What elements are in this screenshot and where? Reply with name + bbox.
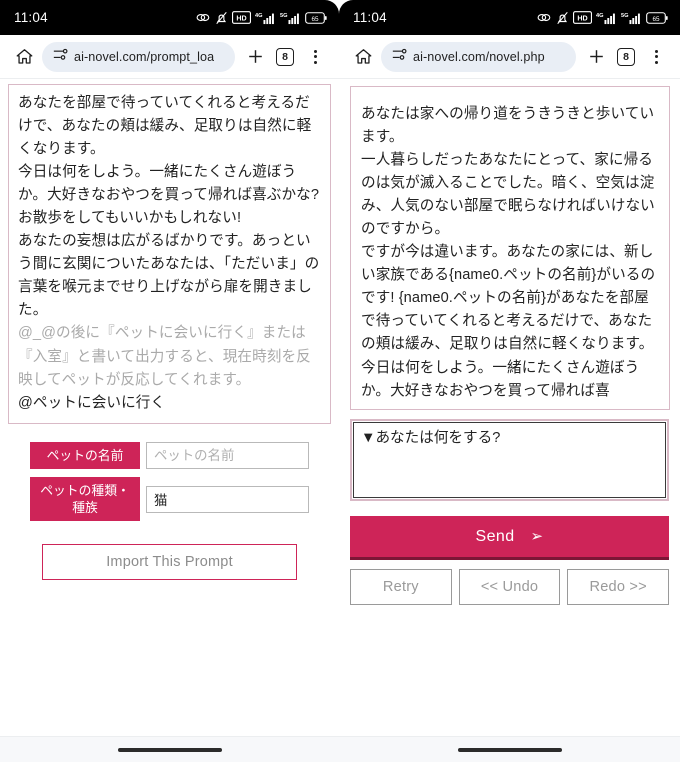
pet-species-input[interactable]	[146, 485, 309, 513]
bell-muted-icon	[215, 11, 228, 25]
gesture-nav-bar-left	[0, 736, 339, 762]
status-bar-right: 11:04 HD 4G 5G 65	[339, 0, 680, 35]
field-label-pet-species: ペットの種類・種族	[30, 476, 140, 522]
form-row-pet-name: ペットの名前	[30, 441, 309, 469]
5g-signal-icon: 5G	[621, 11, 642, 25]
action-button-row: Retry << Undo Redo >>	[350, 568, 670, 605]
url-text-left: ai-novel.com/prompt_loa	[74, 49, 215, 64]
tune-sliders-icon[interactable]	[53, 47, 68, 67]
form-row-pet-species: ペットの種類・種族	[30, 476, 309, 522]
phone-screenshot-right: 11:04 HD 4G 5G 65 ai-novel.com/novel.php…	[339, 0, 680, 762]
5g-signal-icon: 5G	[280, 11, 301, 25]
svg-text:4G: 4G	[255, 12, 263, 18]
retry-button[interactable]: Retry	[350, 568, 452, 605]
dual-screenshot-container: 11:04 HD 4G 5G 65 ai-novel.com/prompt_lo…	[0, 0, 680, 762]
kebab-menu-icon[interactable]	[300, 42, 330, 72]
browser-toolbar-right: ai-novel.com/novel.php 8	[339, 35, 680, 79]
page-content-right: あなたは家への帰り道をうきうきと歩いています。 一人暮らしだったあなたにとって、…	[339, 79, 680, 736]
pet-name-input[interactable]	[146, 441, 309, 469]
story-paragraph: あなたの妄想は広がるばかりです。あっという間に玄関についたあなたは、「ただいま」…	[18, 233, 320, 319]
undo-button[interactable]: << Undo	[458, 568, 561, 605]
browser-toolbar-left: ai-novel.com/prompt_loa 8	[0, 35, 339, 79]
story-hint-text: @_@の後に『ペットに会いに行く』または『入室』と書いて出力すると、現在時刻を反…	[18, 325, 311, 388]
tab-count: 8	[276, 47, 294, 66]
status-icon-group: HD 4G 5G 65	[537, 11, 668, 25]
tab-switcher-button-right[interactable]: 8	[611, 42, 641, 72]
hd-icon: HD	[573, 11, 592, 24]
field-label-pet-name: ペットの名前	[30, 441, 140, 469]
svg-text:HD: HD	[236, 14, 246, 22]
status-bar-left: 11:04 HD 4G 5G 65	[0, 0, 339, 35]
4g-signal-icon: 4G	[255, 11, 276, 25]
address-bar-right[interactable]: ai-novel.com/novel.php	[381, 41, 576, 72]
status-clock: 11:04	[353, 10, 387, 25]
phone-screenshot-left: 11:04 HD 4G 5G 65 ai-novel.com/prompt_lo…	[0, 0, 339, 762]
svg-text:HD: HD	[577, 14, 587, 22]
story-paragraph: 今日は何をしよう。一緒にたくさん遊ぼうか。大好きなおやつを買って帰れば喜	[361, 359, 640, 399]
status-clock: 11:04	[14, 10, 48, 25]
svg-text:4G: 4G	[596, 12, 604, 18]
answer-input-wrapper	[350, 418, 669, 506]
home-icon[interactable]	[348, 42, 378, 72]
kebab-menu-icon[interactable]	[641, 42, 671, 72]
tune-sliders-icon[interactable]	[392, 47, 407, 67]
redo-button[interactable]: Redo >>	[567, 568, 670, 605]
hd-icon: HD	[232, 11, 251, 24]
svg-text:65: 65	[311, 15, 319, 22]
home-gesture-pill[interactable]	[457, 747, 562, 752]
home-icon[interactable]	[9, 42, 39, 72]
prompt-variable-form: ペットの名前 ペットの種類・種族	[0, 441, 339, 522]
link-icon	[537, 11, 552, 24]
send-label: Send	[475, 527, 515, 545]
story-paragraph: あなたは家への帰り道をうきうきと歩いています。	[361, 106, 655, 146]
kebab-dots	[654, 49, 658, 64]
story-output-box-left: あなたを部屋で待っていてくれると考えるだけで、あなたの頬は緩み、足取りは自然に軽…	[8, 84, 331, 424]
page-content-left: あなたを部屋で待っていてくれると考えるだけで、あなたの頬は緩み、足取りは自然に軽…	[0, 79, 339, 736]
address-bar-left[interactable]: ai-novel.com/prompt_loa	[42, 41, 235, 72]
story-paragraph: あなたを部屋で待っていてくれると考えるだけで、あなたの頬は緩み、足取りは自然に軽…	[18, 95, 312, 158]
tab-count: 8	[617, 47, 635, 66]
bell-muted-icon	[556, 11, 569, 25]
svg-text:5G: 5G	[621, 12, 629, 18]
home-gesture-pill[interactable]	[117, 747, 222, 752]
import-prompt-button[interactable]: Import This Prompt	[42, 544, 297, 581]
new-tab-icon[interactable]	[240, 42, 270, 72]
status-icon-group: HD 4G 5G 65	[196, 11, 327, 25]
story-command-line: @ペットに会いに行く	[18, 394, 166, 411]
new-tab-icon[interactable]	[581, 42, 611, 72]
battery-icon: 65	[305, 11, 327, 24]
story-paragraph: ですが今は違います。あなたの家には、新しい家族である{name0.ペットの名前}…	[361, 244, 656, 353]
tab-switcher-button-left[interactable]: 8	[270, 42, 300, 72]
story-paragraph: 一人暮らしだったあなたにとって、家に帰るのは気が滅入ることでした。暗く、空気は淀…	[361, 152, 655, 238]
link-icon	[196, 11, 211, 24]
story-output-box-right: あなたは家への帰り道をうきうきと歩いています。 一人暮らしだったあなたにとって、…	[350, 86, 670, 410]
gesture-nav-bar-right	[339, 736, 680, 762]
svg-text:5G: 5G	[280, 12, 288, 18]
send-button[interactable]: Send ➢	[350, 515, 669, 560]
url-text-right: ai-novel.com/novel.php	[413, 49, 545, 64]
answer-textarea[interactable]	[350, 418, 669, 501]
svg-text:65: 65	[652, 15, 660, 22]
kebab-dots	[313, 49, 317, 64]
4g-signal-icon: 4G	[596, 11, 617, 25]
send-arrow-icon: ➢	[530, 527, 544, 545]
story-paragraph: 今日は何をしよう。一緒にたくさん遊ぼうか。大好きなおやつを買って帰れば喜ぶかな?…	[18, 164, 320, 227]
battery-icon: 65	[646, 11, 668, 24]
